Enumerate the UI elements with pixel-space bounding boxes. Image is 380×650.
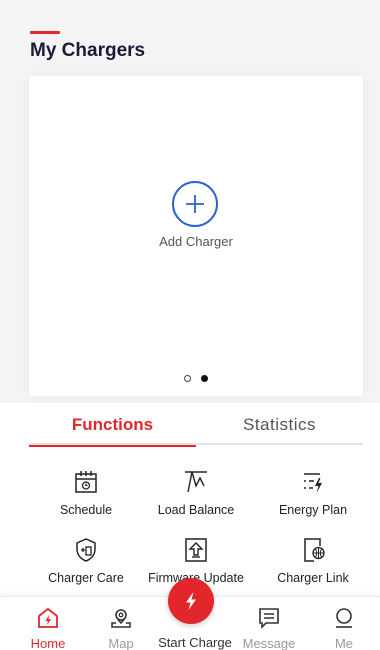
charger-card[interactable]: Add Charger (29, 76, 363, 396)
add-charger-label: Add Charger (159, 234, 233, 249)
nav-map-label: Map (108, 636, 134, 650)
tab-bar: Functions Statistics (29, 415, 363, 447)
message-icon (259, 608, 279, 629)
profile-icon (336, 608, 352, 628)
page-dot-1 (184, 375, 191, 382)
function-label: Charger Care (48, 571, 124, 585)
calendar-clock-icon (75, 471, 97, 493)
tab-functions[interactable]: Functions (29, 415, 196, 447)
function-label: Schedule (59, 503, 113, 517)
page-indicator (29, 375, 363, 382)
page-dot-2-active (201, 375, 208, 382)
nav-home-label: Home (30, 636, 66, 650)
function-charger-care[interactable]: Charger Care (26, 537, 146, 585)
nav-message-label: Message (242, 636, 296, 650)
nav-me-label: Me (334, 636, 354, 650)
function-label: Energy Plan (278, 503, 348, 517)
home-charger-icon (38, 607, 58, 628)
function-load-balance[interactable]: Load Balance (136, 469, 256, 517)
load-balance-icon (185, 471, 207, 493)
add-charger-button[interactable] (172, 181, 218, 227)
nav-message[interactable]: Message (231, 597, 307, 650)
energy-plan-icon (304, 473, 322, 493)
function-label: Load Balance (157, 503, 235, 517)
shield-charger-icon (76, 538, 96, 562)
tab-statistics[interactable]: Statistics (196, 415, 363, 445)
nav-home[interactable]: Home (10, 597, 86, 650)
start-charge-label: Start Charge (158, 635, 232, 650)
function-energy-plan[interactable]: Energy Plan (253, 469, 373, 517)
map-pin-icon (111, 609, 131, 628)
my-chargers-screen: My Chargers Add Charger Functions Statis… (0, 0, 380, 650)
function-label: Charger Link (277, 571, 349, 585)
title-accent-bar (30, 31, 60, 34)
charger-link-icon (304, 538, 325, 562)
nav-map[interactable]: Map (83, 597, 159, 650)
start-charge-button[interactable] (168, 578, 214, 624)
page-title: My Chargers (30, 40, 146, 61)
nav-me[interactable]: Me (306, 597, 380, 650)
function-charger-link[interactable]: Charger Link (253, 537, 373, 585)
plus-icon (186, 195, 204, 213)
lightning-icon (186, 592, 196, 610)
firmware-update-icon (185, 538, 207, 562)
function-schedule[interactable]: Schedule (26, 469, 146, 517)
